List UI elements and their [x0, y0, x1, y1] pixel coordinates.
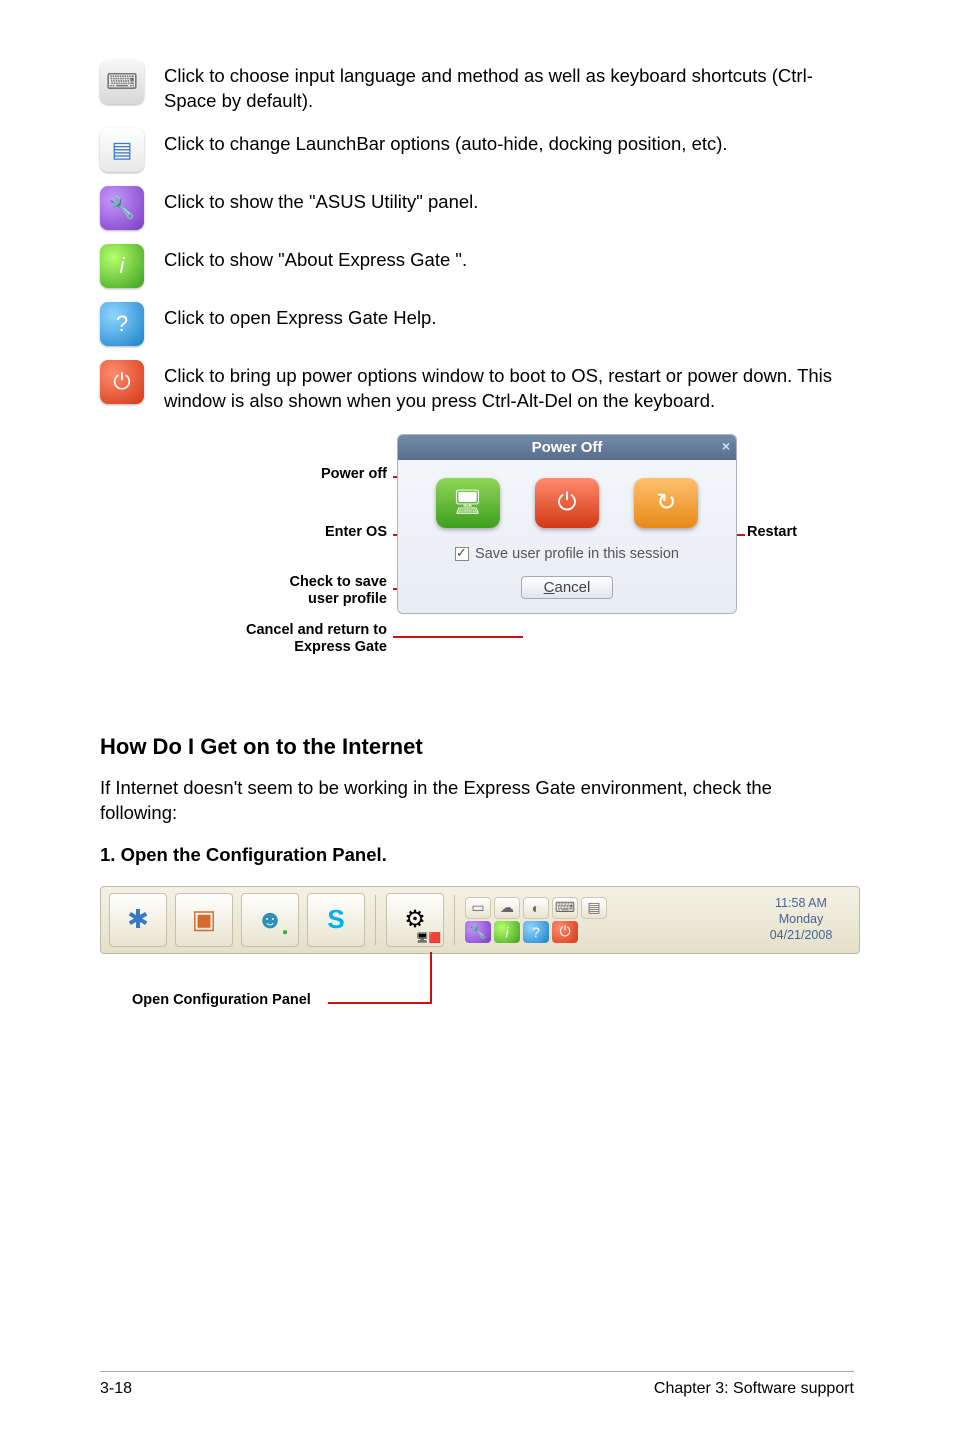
power-off-button[interactable]: ⏻: [535, 478, 599, 528]
help-description: Click to open Express Gate Help.: [164, 302, 854, 331]
clock-area: 11:58 AM Monday 04/21/2008: [751, 894, 851, 945]
callout-restart: Restart: [747, 524, 797, 541]
asus-utility-icon[interactable]: 🔧: [100, 186, 144, 230]
power-off-titlebar: Power Off ×: [398, 435, 736, 460]
tray-icon[interactable]: ◐: [523, 897, 549, 919]
about-icon[interactable]: i: [100, 244, 144, 288]
tray-icon[interactable]: ▭: [465, 897, 491, 919]
callout-open-config-panel: Open Configuration Panel: [132, 992, 311, 1009]
launchbar-figure: ✱ ▣ ☻ S ⚙ 🖥🟥 ▭ ☁ ◐ ⌨ ▤ 🔧 i ? ⏻ 1: [100, 886, 860, 1056]
tray-utility-icon[interactable]: 🔧: [465, 921, 491, 943]
callout-enter-os: Enter OS: [325, 524, 387, 541]
save-profile-row[interactable]: Save user profile in this session: [398, 540, 736, 568]
restart-button[interactable]: ↻: [634, 478, 698, 528]
gear-icon: ⚙: [404, 905, 426, 934]
cancel-button[interactable]: CCancelancel: [521, 576, 614, 599]
configuration-panel-button[interactable]: ⚙ 🖥🟥: [386, 893, 444, 947]
chat-app-icon[interactable]: ☻: [241, 893, 299, 947]
tray-about-icon[interactable]: i: [494, 921, 520, 943]
power-off-window: Power Off × 🖥 ⏻ ↻ Save user profile in t…: [397, 434, 737, 614]
tray-keyboard-icon[interactable]: ⌨: [552, 897, 578, 919]
callout-check-save: Check to save user profile: [289, 574, 387, 609]
power-off-figure: Power off Enter OS Check to save user pr…: [187, 434, 767, 694]
launchbar: ✱ ▣ ☻ S ⚙ 🖥🟥 ▭ ☁ ◐ ⌨ ▤ 🔧 i ? ⏻ 1: [100, 886, 860, 954]
clock-date: 04/21/2008: [755, 928, 847, 944]
photo-app-icon[interactable]: ▣: [175, 893, 233, 947]
callout-line: [328, 1002, 432, 1004]
help-icon[interactable]: ?: [100, 302, 144, 346]
skype-icon[interactable]: S: [307, 893, 365, 947]
tray-power-icon[interactable]: ⏻: [552, 921, 578, 943]
separator: [454, 895, 455, 945]
save-profile-checkbox[interactable]: [455, 547, 469, 561]
asus-utility-description: Click to show the "ASUS Utility" panel.: [164, 186, 854, 215]
tray-icon[interactable]: ☁: [494, 897, 520, 919]
save-profile-label: Save user profile in this session: [475, 546, 679, 562]
about-description: Click to show "About Express Gate ".: [164, 244, 854, 273]
section-heading: How Do I Get on to the Internet: [100, 734, 854, 760]
page-number: 3-18: [100, 1380, 132, 1398]
power-options-description: Click to bring up power options window t…: [164, 360, 854, 414]
tray-launchbar-icon[interactable]: ▤: [581, 897, 607, 919]
chapter-label: Chapter 3: Software support: [654, 1380, 854, 1398]
system-tray: ▭ ☁ ◐ ⌨ ▤ 🔧 i ? ⏻: [465, 897, 743, 943]
power-options-icon[interactable]: ⏻: [100, 360, 144, 404]
callout-power-off: Power off: [321, 466, 387, 483]
enter-os-button[interactable]: 🖥: [436, 478, 500, 528]
callout-line: [430, 952, 432, 1002]
launchbar-options-description: Click to change LaunchBar options (auto-…: [164, 128, 854, 157]
input-language-icon[interactable]: ⌨: [100, 60, 144, 104]
page-footer: 3-18 Chapter 3: Software support: [100, 1371, 854, 1398]
clock-time: 11:58 AM: [755, 896, 847, 912]
input-language-description: Click to choose input language and metho…: [164, 60, 854, 114]
config-subicons: 🖥🟥: [416, 933, 441, 944]
power-off-title: Power Off: [532, 439, 603, 456]
launchbar-options-icon[interactable]: ▤: [100, 128, 144, 172]
callout-line: [393, 636, 523, 638]
browser-icon[interactable]: ✱: [109, 893, 167, 947]
clock-day: Monday: [755, 912, 847, 928]
separator: [375, 895, 376, 945]
power-off-body: 🖥 ⏻ ↻: [398, 460, 736, 540]
step-1: 1. Open the Configuration Panel.: [100, 844, 854, 866]
section-body: If Internet doesn't seem to be working i…: [100, 776, 854, 826]
close-icon[interactable]: ×: [722, 438, 730, 454]
callout-cancel-return: Cancel and return to Express Gate: [246, 622, 387, 657]
tray-help-icon[interactable]: ?: [523, 921, 549, 943]
